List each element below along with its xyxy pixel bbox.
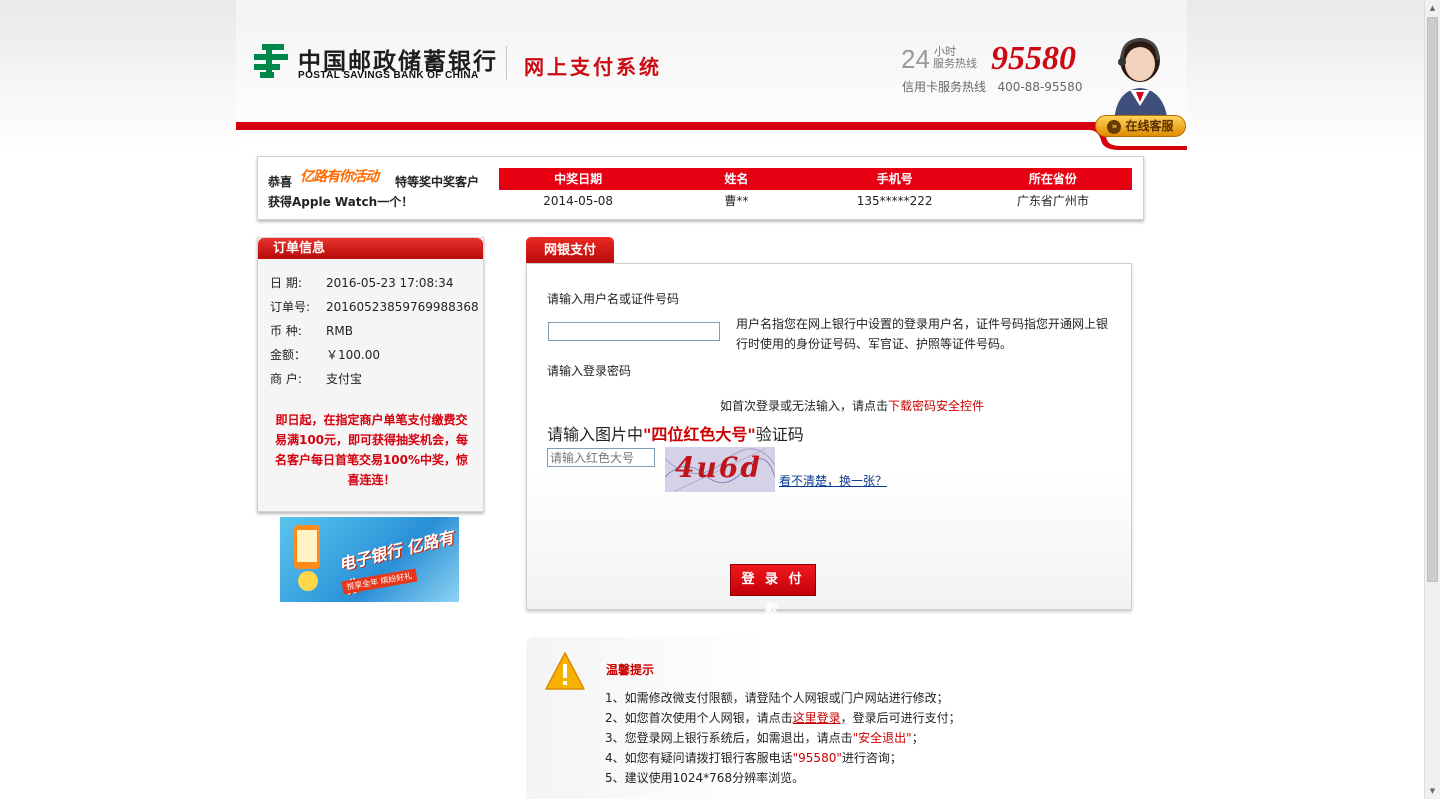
order-label: 币 种: [270,324,302,338]
table-row: 2014-05-08 曹** 135*****222 广东省广州市 [499,190,1132,212]
password-label: 请输入登录密码 [547,364,632,378]
scroll-thumb[interactable] [1427,17,1438,582]
order-date-row: 日 期: 2016-05-23 17:08:34 [270,274,453,291]
username-input[interactable] [548,322,720,341]
order-label: 订单号: [270,300,311,314]
promo-ad-banner[interactable]: 电子银行 亿路有你 悦享全年 缤纷好礼 [280,517,459,602]
warning-icon [545,652,585,690]
credit-card-hotline: 信用卡服务热线 400-88-95580 [902,80,1083,94]
column-header: 姓名 [724,172,749,186]
tips-panel: 温馨提示 1、如需修改微支付限额，请登陆个人网银或门户网站进行修改； 2、如您首… [526,637,1131,799]
order-label: 金额： [270,348,307,362]
captcha-suffix: 验证码 [755,425,804,444]
customer-service-agent-icon [1114,38,1168,122]
tip-3-text-a: 3、您登录网上银行系统后，如需退出，请点击 [605,731,853,745]
winner-table-header: 中奖日期 姓名 手机号 所在省份 [499,168,1132,190]
order-value: 2016-05-23 17:08:34 [326,276,454,290]
order-label: 商 户: [270,372,302,386]
phone-icon [294,525,320,591]
username-hint: 用户名指您在网上银行中设置的登录用户名，证件号码指您开通网上银行时使用的身份证号… [736,317,1109,351]
winner-banner: 恭喜 亿路有你活动 特等奖中奖客户 获得Apple Watch一个！ 中奖日期 … [257,156,1144,220]
tips-title: 温馨提示 [606,663,655,677]
order-info-panel: 订单信息 日 期: 2016-05-23 17:08:34 订单号: 2016052… [257,237,484,512]
order-promo-text: 即日起，在指定商户单笔支付缴费交易满100元，即可获得抽奖机会，每名客户每日首笔… [274,413,469,487]
hotline-number: 95580 [991,40,1076,77]
hotline-caption: 小时 服务热线 [933,46,977,70]
order-merchant-row: 商 户: 支付宝 [270,370,362,387]
table-cell: 广东省广州市 [1016,194,1089,208]
refresh-captcha-link[interactable]: 看不清楚，换一张？ [779,472,887,489]
header-red-band [236,122,1096,130]
order-value: 支付宝 [326,372,363,386]
order-amount-row: 金额： ￥100.00 [270,346,380,363]
vertical-scrollbar[interactable]: ▲ ▼ [1424,0,1440,799]
online-service-button[interactable]: » 在线客服 [1095,115,1186,137]
bank-name-en: POSTAL SAVINGS BANK OF CHINA [298,70,479,81]
tip-4-text-a: 4、如您有疑问请拨打银行客服电话 [605,751,793,765]
header-divider [506,46,507,80]
order-label: 日 期: [270,276,302,290]
login-pay-button[interactable]: 登 录 付 款 [730,564,816,617]
download-prefix: 如首次登录或无法输入，请点击 [720,399,889,413]
order-value: RMB [326,324,353,338]
order-info-title: 订单信息 [258,238,483,259]
table-cell: 2014-05-08 [543,194,613,208]
online-service-label: 在线客服 [1125,119,1174,133]
table-cell: 曹** [724,194,749,208]
order-value: ￥100.00 [326,348,380,362]
order-value: 20160523859769988368 [326,300,479,314]
username-label: 请输入用户名或证件号码 [547,292,680,306]
captcha-emphasis: "四位红色大号" [643,425,756,444]
safe-exit-text: "安全退出" [852,731,912,745]
captcha-image[interactable]: 4u6d [665,447,775,492]
tip-5: 5、建议使用1024*768分辨率浏览。 [605,771,805,785]
tip-2-text-b: ，登录后可进行支付； [840,711,961,725]
captcha-input[interactable] [547,448,655,467]
captcha-label: 请输入图片中"四位红色大号"验证码 [547,421,804,445]
tab-netbank-pay[interactable]: 网银支付 [526,237,614,263]
prize-text-2: 获得Apple Watch一个！ [268,195,414,209]
column-header: 所在省份 [1028,172,1077,186]
payment-panel: 请输入用户名或证件号码 用户名指您在网上银行中设置的登录用户名，证件号码指您开通… [526,263,1132,617]
prize-text: 特等奖中奖客户 [395,175,480,189]
table-cell: 135*****222 [856,194,933,208]
promo-activity-logo: 亿路有你活动 [300,169,379,185]
tip-2-text-a: 2、如您首次使用个人网银，请点击 [605,711,793,725]
scroll-down-icon[interactable]: ▼ [1425,783,1440,799]
column-header: 手机号 [876,172,913,186]
congrats-label: 恭喜 [268,175,293,189]
tip-3-text-b: ； [911,731,924,745]
tip-2: 2、如您首次使用个人网银，请点击这里登录，登录后可进行支付； [605,709,961,726]
winner-table: 中奖日期 姓名 手机号 所在省份 2014-05-08 曹** 135*****… [499,168,1132,212]
hotline-24: 24 [901,44,930,74]
tip-3: 3、您登录网上银行系统后，如需退出，请点击"安全退出"； [605,729,924,746]
order-number-row: 订单号: 20160523859769988368 [270,298,479,315]
download-security-control-link[interactable]: 下载密码安全控件 [888,399,984,413]
tip-4-text-b: 进行咨询； [841,751,902,765]
order-currency-row: 币 种: RMB [270,322,353,339]
column-header: 中奖日期 [554,172,603,186]
scroll-up-icon[interactable]: ▲ [1425,0,1440,16]
system-title: 网上支付系统 [524,55,662,79]
hotline-caption-service: 服务热线 [933,57,977,70]
double-arrow-icon: » [1107,119,1122,134]
download-control-line: 如首次登录或无法输入，请点击下载密码安全控件 [720,397,984,414]
tip-4: 4、如您有疑问请拨打银行客服电话"95580"进行咨询； [605,749,902,766]
service-phone-text: "95580" [792,751,842,765]
captcha-prefix: 请输入图片中 [547,425,644,444]
header: 中国邮政储蓄银行 POSTAL SAVINGS BANK OF CHINA 网上… [236,0,1187,150]
psbc-logo-icon [254,44,288,78]
tip-1: 1、如需修改微支付限额，请登陆个人网银或门户网站进行修改； [605,691,949,705]
captcha-text: 4u6d [675,451,762,484]
login-here-link[interactable]: 这里登录 [793,711,841,725]
